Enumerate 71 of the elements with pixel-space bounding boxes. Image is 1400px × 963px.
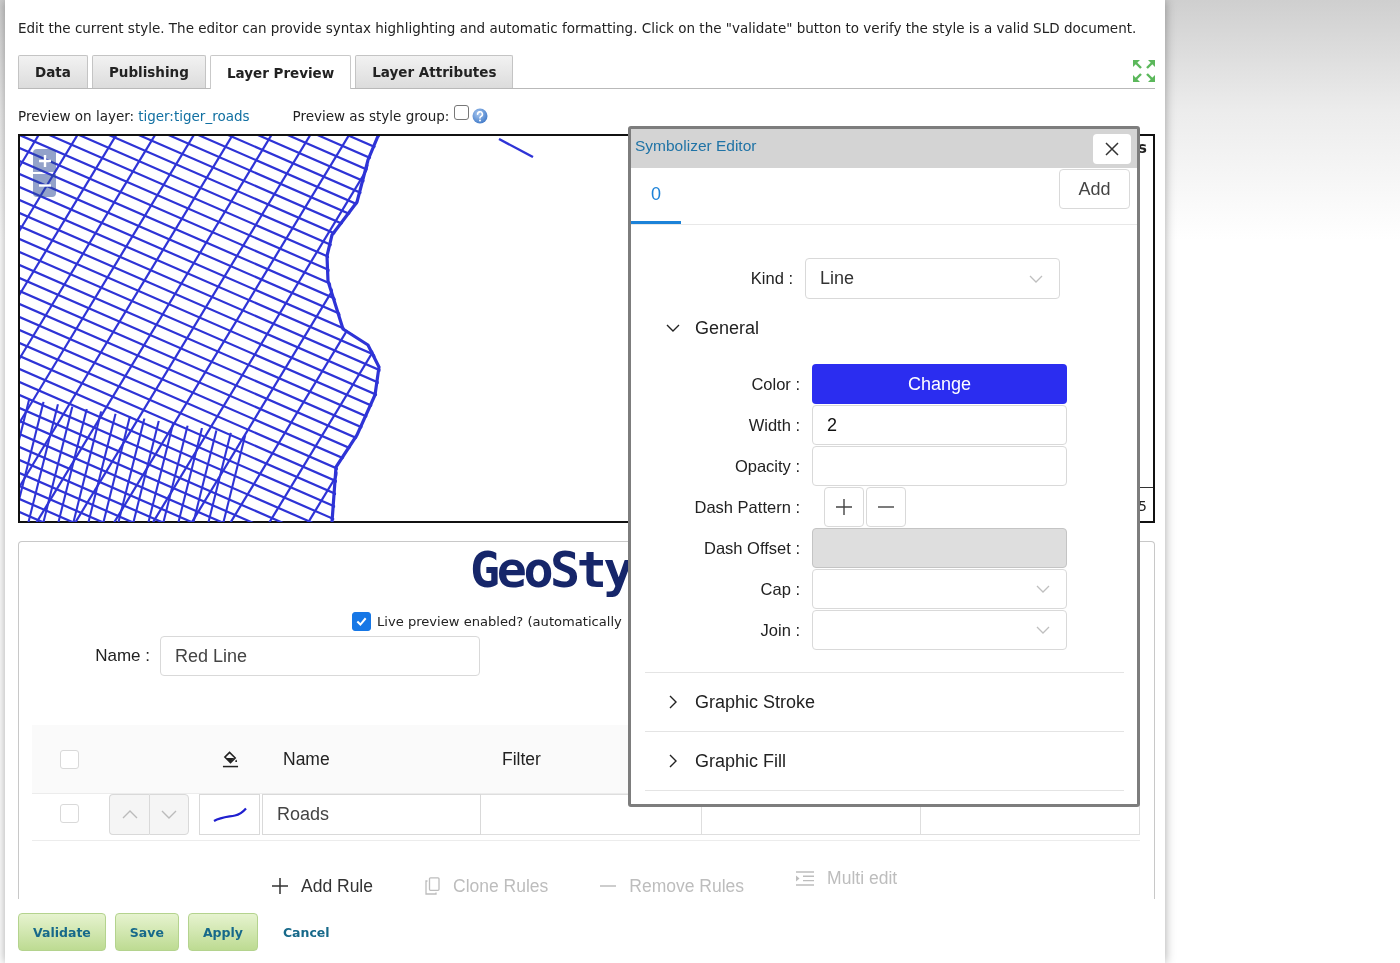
tab[interactable]: Layer Preview: [209, 55, 352, 89]
style-group-label: Preview as style group:: [292, 108, 450, 124]
tab[interactable]: 0: [631, 168, 681, 224]
close-icon: [1105, 142, 1119, 156]
select-field[interactable]: Line: [805, 258, 1060, 299]
collapse-header[interactable]: Graphic Fill: [645, 732, 787, 790]
field-label: Dash Pattern :: [693, 497, 800, 517]
cancel-link[interactable]: Cancel: [282, 924, 330, 940]
chevron-down-icon: [666, 324, 680, 332]
collapse-header[interactable]: Graphic Stroke: [645, 673, 816, 731]
paint-bucket-icon: [222, 750, 239, 768]
move-down-button[interactable]: [149, 794, 189, 835]
description-text: Edit the current style. The editor can provide syntax highlighting and automatic formatting. Click on the "validate" button to verify the style is a valid SLD document.: [18, 19, 1138, 37]
zoom-out-button[interactable]: [33, 174, 56, 197]
preview-layer-label: Preview on layer:: [18, 108, 135, 124]
plus-icon: [38, 154, 51, 167]
column-header: Name: [282, 748, 330, 770]
layer-link[interactable]: tiger:tiger_roads: [138, 108, 250, 124]
help-icon[interactable]: [472, 108, 489, 124]
color-button[interactable]: Change: [812, 364, 1067, 404]
add-rule-button[interactable]: Add Rule: [272, 875, 373, 897]
plus-icon: [836, 499, 852, 515]
input-field[interactable]: [812, 446, 1067, 486]
chevron-up-icon: [121, 810, 138, 819]
select-field[interactable]: [812, 569, 1067, 609]
form-button[interactable]: Validate: [18, 913, 106, 951]
tab[interactable]: Publishing: [91, 55, 206, 88]
form-button[interactable]: Apply: [187, 913, 258, 951]
rule-name-field[interactable]: Roads: [262, 794, 481, 835]
tab[interactable]: Data: [18, 55, 88, 88]
field-label: Width :: [747, 415, 800, 435]
chevron-right-icon: [669, 754, 677, 768]
add-dash-button[interactable]: [824, 487, 864, 527]
close-button[interactable]: [1093, 134, 1131, 164]
zoom-in-button[interactable]: [33, 149, 56, 172]
column-header: Filter: [501, 748, 541, 770]
select-field[interactable]: [812, 610, 1067, 650]
checkbox[interactable]: [454, 105, 470, 120]
symbol-preview-button[interactable]: [199, 794, 260, 835]
live-preview-label: Live preview enabled? (automatically: [377, 613, 622, 629]
input-field[interactable]: 2: [812, 405, 1067, 445]
dialog-title: Symbolizer Editor: [635, 137, 757, 155]
collapse-header[interactable]: General: [645, 299, 760, 357]
field-label: Cap :: [759, 579, 800, 599]
field-label: Opacity :: [733, 456, 800, 476]
minus-icon: [878, 506, 894, 508]
field-label: Kind :: [749, 269, 793, 288]
chevron-down-icon: [1036, 626, 1050, 634]
checkbox[interactable]: [352, 611, 371, 631]
move-up-button[interactable]: [109, 794, 149, 835]
minus-icon: [600, 885, 617, 887]
curve-icon: [212, 806, 247, 823]
field-label: Dash Offset :: [703, 538, 800, 558]
road-segment-drawing: [498, 138, 534, 158]
minus-icon: [38, 184, 51, 187]
indent-list-icon: [796, 870, 815, 886]
chevron-down-icon: [161, 810, 177, 819]
chevron-right-icon: [669, 695, 677, 709]
copy-icon: [425, 877, 440, 895]
add-button[interactable]: Add: [1059, 169, 1130, 209]
tab[interactable]: Layer Attributes: [355, 55, 514, 88]
name-label: Name :: [94, 646, 150, 666]
chevron-down-icon: [1029, 274, 1043, 283]
expand-icon[interactable]: [1133, 60, 1155, 82]
logo-text: GeoSty: [470, 541, 631, 599]
field-label: Color :: [750, 374, 800, 394]
chevron-down-icon: [1036, 585, 1050, 593]
field-label: Join :: [759, 620, 800, 640]
form-button[interactable]: Save: [114, 913, 179, 951]
name-field[interactable]: Red Line: [160, 636, 480, 676]
plus-icon: [272, 878, 288, 894]
